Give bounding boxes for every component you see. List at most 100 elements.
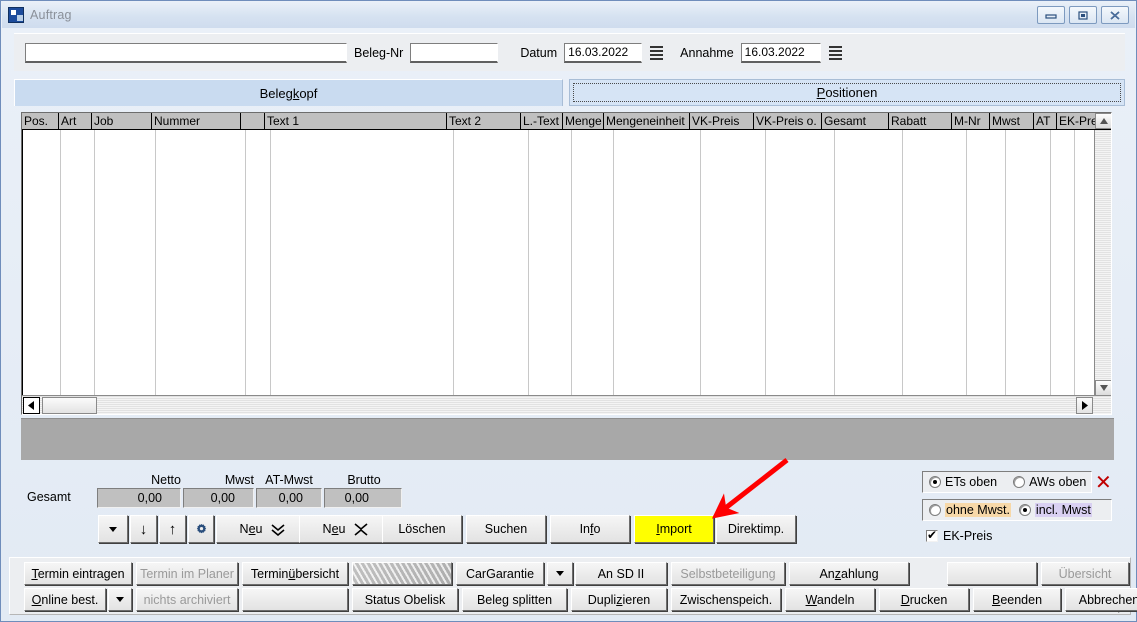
annahme-list-icon[interactable] xyxy=(828,45,845,61)
grid-column-header[interactable]: Text 1 xyxy=(265,113,447,129)
customer-field[interactable] xyxy=(25,42,347,63)
move-down-button[interactable]: ↓ xyxy=(130,515,157,543)
toolbar-button-blank[interactable] xyxy=(547,562,573,585)
grid-column-divider xyxy=(834,130,835,396)
import-button[interactable]: Import xyxy=(634,515,714,543)
toolbar-button-blank[interactable] xyxy=(108,588,132,611)
mwst-value: 0,00 xyxy=(183,488,254,508)
grid-column-header[interactable] xyxy=(241,113,265,129)
grid-column-header[interactable]: AT xyxy=(1034,113,1057,129)
bottom-toolbar: Termin eintragen Termin im Planer Terminüb… xyxy=(9,557,1137,615)
neu-merge-button[interactable]: Neu xyxy=(299,515,393,543)
checkbox-ek-preis[interactable]: EK-Preis xyxy=(926,528,992,543)
annahme-field[interactable]: 16.03.2022 xyxy=(740,42,821,63)
toolbar-button-image-thumb[interactable] xyxy=(352,562,452,585)
toolbar-button-termin-eintragen[interactable]: Termin eintragen xyxy=(24,562,132,585)
grid-column-header[interactable]: Menge xyxy=(563,113,604,129)
toolbar-button-zwischenspeich[interactable]: Zwischenspeich. xyxy=(671,588,781,611)
position-order-group: ETs oben AWs oben xyxy=(922,471,1092,493)
grid-column-header[interactable]: Text 2 xyxy=(447,113,521,129)
toolbar-button-label: Termin eintragen xyxy=(31,566,125,581)
grid-column-header[interactable]: Nummer xyxy=(152,113,241,129)
datum-value: 16.03.2022 xyxy=(568,45,629,59)
toolbar-button-beleg-splitten[interactable]: Beleg splitten xyxy=(462,588,567,611)
scroll-left-icon[interactable] xyxy=(23,397,40,414)
grid-body[interactable] xyxy=(22,113,1111,396)
info-button[interactable]: Info xyxy=(550,515,630,543)
scroll-up-icon[interactable] xyxy=(1095,113,1111,129)
document-header-panel: Beleg-Nr Datum 16.03.2022 Annahme 16.03.… xyxy=(14,33,1125,71)
close-options-icon[interactable]: ✕ xyxy=(1095,472,1112,492)
loeschen-button[interactable]: Löschen xyxy=(382,515,462,543)
toolbar-button-label: Beleg splitten xyxy=(476,592,553,607)
grid-column-divider xyxy=(155,130,156,396)
toolbar-button-label: Zwischenspeich. xyxy=(679,592,773,607)
grid-column-header[interactable]: Mengeneinheit xyxy=(604,113,690,129)
hscroll-thumb[interactable] xyxy=(42,397,97,414)
settings-button[interactable] xyxy=(188,515,214,543)
grid-column-divider xyxy=(94,130,95,396)
tab-positionen[interactable]: Positionen xyxy=(569,79,1125,106)
toolbar-button-label: Abbrechen xyxy=(1078,592,1137,607)
positions-grid: Pos. Art Job Nummer Text 1 Text 2 L.-Text Menge… xyxy=(21,112,1112,415)
close-icon[interactable] xyxy=(1101,6,1129,24)
grid-column-header[interactable]: M-Nr xyxy=(952,113,990,129)
toolbar-button-label: Termin im Planer xyxy=(140,566,234,581)
toolbar-button-status-obelisk[interactable]: Status Obelisk xyxy=(352,588,458,611)
grid-column-header[interactable]: Pos. xyxy=(22,113,59,129)
grid-column-divider xyxy=(571,130,572,396)
maximize-icon[interactable] xyxy=(1069,6,1097,24)
beleg-nr-field[interactable] xyxy=(410,42,499,63)
grid-column-header[interactable]: L.-Text xyxy=(521,113,563,129)
grid-horizontal-scrollbar[interactable] xyxy=(22,395,1111,414)
toolbar-button-online-best[interactable]: Online best. xyxy=(24,588,106,611)
toolbar-button-label: Beenden xyxy=(991,592,1043,607)
datum-field[interactable]: 16.03.2022 xyxy=(564,42,643,63)
toolbar-button-an-sd-ii[interactable]: An SD II xyxy=(575,562,667,585)
grid-column-header[interactable]: Mwst xyxy=(990,113,1034,129)
toolbar-button-beenden[interactable]: Beenden xyxy=(973,588,1061,611)
radio-ets-oben[interactable]: ETs oben xyxy=(929,475,997,489)
neu-down-button[interactable]: Neu xyxy=(216,515,310,543)
grid-column-header[interactable]: Art xyxy=(59,113,92,129)
direktimp-button[interactable]: Direktimp. xyxy=(716,515,796,543)
toolbar-button-label: CarGarantie xyxy=(465,566,535,581)
radio-incl-mwst[interactable]: incl. Mwst xyxy=(1018,503,1092,517)
auftrag-window: Auftrag Beleg-Nr Datum 16.03.2022 Annahm… xyxy=(0,0,1137,622)
checkbox-ek-preis-box xyxy=(926,528,938,542)
grid-header-row: Pos. Art Job Nummer Text 1 Text 2 L.-Text Menge… xyxy=(22,113,1111,130)
toolbar-button-terminübersicht[interactable]: Terminübersicht xyxy=(242,562,348,585)
toolbar-button-blank[interactable] xyxy=(947,562,1037,585)
move-up-button[interactable]: ↑ xyxy=(159,515,186,543)
toolbar-button-drucken[interactable]: Drucken xyxy=(879,588,969,611)
toolbar-button-anzahlung[interactable]: Anzahlung xyxy=(789,562,909,585)
toolbar-button-duplizieren[interactable]: Duplizieren xyxy=(571,588,667,611)
radio-ohne-mwst[interactable]: ohne Mwst. xyxy=(929,503,1011,517)
toolbar-button-termin-im-planer: Termin im Planer xyxy=(136,562,238,585)
grid-vertical-scrollbar[interactable] xyxy=(1094,113,1111,396)
toolbar-button-selbstbeteiligung: Selbstbeteiligung xyxy=(671,562,785,585)
minimize-icon[interactable] xyxy=(1037,6,1065,24)
grid-column-header[interactable]: Gesamt xyxy=(822,113,889,129)
tax-mode-group: ohne Mwst. incl. Mwst xyxy=(922,499,1112,521)
grid-column-header[interactable]: Rabatt xyxy=(889,113,952,129)
suchen-button[interactable]: Suchen xyxy=(466,515,546,543)
tab-belegkopf[interactable]: Belegkopf xyxy=(14,79,563,106)
toolbar-button-label: Status Obelisk xyxy=(364,592,446,607)
collapse-chevrons-icon xyxy=(354,522,368,536)
toolbar-button-wandeln[interactable]: Wandeln xyxy=(785,588,875,611)
grid-column-header[interactable]: VK-Preis xyxy=(690,113,754,129)
grid-column-header[interactable]: VK-Preis o. xyxy=(754,113,822,129)
grid-column-header[interactable]: Job xyxy=(92,113,152,129)
scroll-down-icon[interactable] xyxy=(1095,380,1111,396)
grid-column-divider xyxy=(966,130,967,396)
toolbar-button-blank[interactable] xyxy=(242,588,348,611)
datum-list-icon[interactable] xyxy=(650,45,666,61)
sort-dropdown-button[interactable] xyxy=(98,515,128,543)
toolbar-button-cargarantie[interactable]: CarGarantie xyxy=(456,562,544,585)
radio-aws-oben[interactable]: AWs oben xyxy=(1013,475,1086,489)
radio-ets-oben-dot xyxy=(929,476,941,488)
scroll-right-icon[interactable] xyxy=(1076,397,1093,414)
radio-ohne-mwst-dot xyxy=(929,504,941,516)
toolbar-button-abbrechen[interactable]: Abbrechen xyxy=(1065,588,1137,611)
